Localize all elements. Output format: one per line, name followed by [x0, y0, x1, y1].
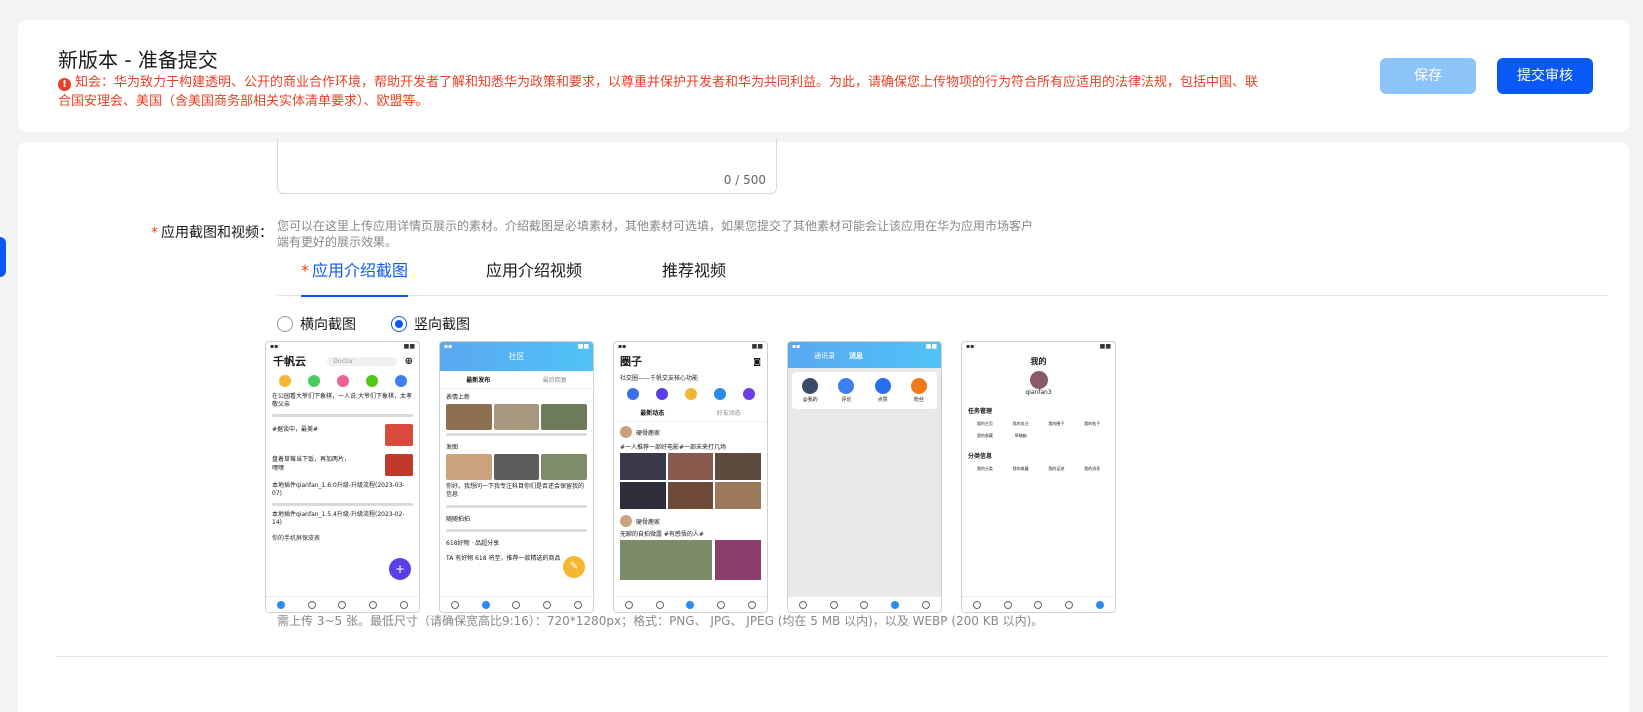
radio-circle [277, 316, 293, 332]
save-button[interactable]: 保存 [1380, 58, 1476, 94]
description-textarea[interactable]: 0 / 500 [277, 138, 777, 194]
add-icon: ⊕ [404, 355, 413, 367]
screenshot-thumbnail-3[interactable]: ▪▪ ■■ 圈子 ◙ 社交圈——千帆交友核心功能 最新动态 好友动态 硬骨鹿家 #一人… [613, 341, 768, 613]
fab-add-icon[interactable]: + [389, 558, 411, 580]
alert-icon: ! [58, 78, 71, 91]
divider [56, 656, 1607, 657]
upload-hint: 需上传 3~5 张。最低尺寸（请确保宽高比9:16）：720*1280px；格式… [277, 614, 1044, 628]
form-card: 0 / 500 * 应用截图和视频： 您可以在这里上传应用详情页展示的素材。介绍截… [18, 138, 1629, 712]
fab-edit-icon[interactable]: ✎ [563, 556, 585, 578]
notice-text: 知会：华为致力于构建透明、公开的商业合作环境，帮助开发者了解和知悉华为政策和要求… [58, 75, 1259, 109]
submit-review-button[interactable]: 提交审核 [1497, 58, 1593, 94]
radio-portrait[interactable]: 竖向截图 [391, 314, 470, 334]
media-tabs: * 应用介绍截图 应用介绍视频 推荐视频 [277, 254, 1607, 297]
bottom-nav [962, 596, 1115, 612]
bottom-nav [788, 596, 941, 612]
screenshots-label: * 应用截图和视频： [151, 225, 273, 241]
bottom-nav [614, 596, 767, 612]
tab-recommend-video[interactable]: 推荐视频 [662, 254, 726, 296]
avatar [1029, 371, 1048, 389]
tab-intro-video[interactable]: 应用介绍视频 [486, 254, 582, 296]
screenshot-thumbnail-2[interactable]: ▪▪ ■■ 社区 最新发布 最后回复 表情上新 发图 你好。我想问一下我专注科目你们… [439, 341, 594, 613]
page-title: 新版本 - 准备提交 [58, 48, 218, 72]
char-count: 0 / 500 [723, 173, 766, 187]
header-card: 新版本 - 准备提交 ! 知会：华为致力于构建透明、公开的商业合作环境，帮助开发者… [18, 20, 1629, 132]
tab-intro-screenshots[interactable]: * 应用介绍截图 [301, 254, 409, 297]
compliance-notice: ! 知会：华为致力于构建透明、公开的商业合作环境，帮助开发者了解和知悉华为政策和要… [58, 73, 1266, 111]
bottom-nav [266, 596, 419, 612]
camera-icon: ◙ [753, 356, 761, 366]
bottom-nav [440, 596, 593, 612]
screenshot-thumbnail-1[interactable]: ▪▪ ■■ 千帆云 Doctor ⊕ 在公园看大爷们下象棋，一人说:大爷们下象棋，… [265, 341, 420, 613]
screenshot-thumbnail-5[interactable]: ▪▪ ■■ 我的 qianfan3 任务管理 我的主页 我的关注 我的圈子 我的帖子 我的… [961, 341, 1116, 613]
screenshots-description: 您可以在这里上传应用详情页展示的素材。介绍截图是必填素材，其他素材可选填，如果您… [277, 219, 1034, 249]
screenshot-thumbnail-4[interactable]: ▪▪ ■■ 通讯录 消息 @我的 评论 点赞 粉丝 [787, 341, 942, 613]
side-anchor-tab[interactable] [0, 237, 6, 277]
radio-landscape[interactable]: 横向截图 [277, 314, 356, 334]
radio-circle-selected [391, 316, 407, 332]
